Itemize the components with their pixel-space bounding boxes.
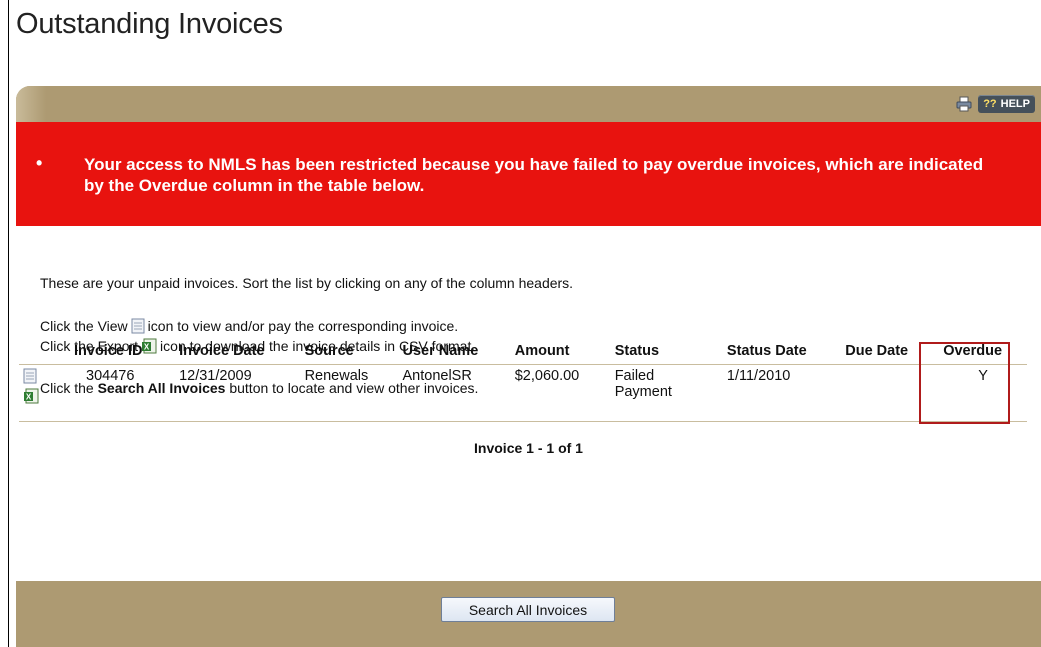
alert-message: Your access to NMLS has been restricted … — [84, 155, 984, 195]
cell-status-date: 1/11/2010 — [722, 364, 842, 422]
search-all-invoices-button[interactable]: Search All Invoices — [441, 597, 615, 622]
header-invoice-date[interactable]: Invoice Date — [175, 338, 301, 365]
row-actions: X — [19, 364, 70, 422]
cell-source: Renewals — [300, 364, 399, 422]
table-header-row: Invoice ID Invoice Date Source User Name… — [19, 338, 1027, 365]
svg-text:X: X — [26, 393, 32, 402]
table-row: X 304476 12/31/2009 Renewals AntonelSR $… — [19, 364, 1027, 422]
view-invoice-icon — [131, 318, 145, 337]
header-tools: ?? HELP — [956, 95, 1035, 113]
status-line-2: Payment — [614, 384, 672, 400]
header-source[interactable]: Source — [300, 338, 399, 365]
status-line-1: Failed — [614, 368, 655, 384]
help-icon: ?? — [983, 98, 997, 110]
pagination-text: Invoice 1 - 1 of 1 — [474, 440, 583, 456]
header-actions — [19, 338, 70, 365]
panel-footer-bar: Search All Invoices — [16, 581, 1041, 647]
header-user-name[interactable]: User Name — [398, 338, 511, 365]
header-amount[interactable]: Amount — [510, 338, 611, 365]
help-button[interactable]: ?? HELP — [978, 95, 1035, 113]
print-icon[interactable] — [956, 96, 972, 112]
access-restricted-alert: • Your access to NMLS has been restricte… — [16, 122, 1041, 226]
help-label: HELP — [1000, 98, 1030, 110]
cell-user-name: AntonelSR — [398, 364, 511, 422]
row-view-icon[interactable] — [23, 368, 39, 386]
left-frame-line — [8, 0, 9, 647]
cell-invoice-date: 12/31/2009 — [175, 364, 301, 422]
overdue-column-highlight — [919, 342, 1010, 424]
panel-header-bar: ?? HELP — [16, 86, 1041, 122]
view-suffix: icon to view and/or pay the correspondin… — [147, 318, 459, 334]
header-status[interactable]: Status — [610, 338, 723, 365]
alert-bullet: • — [36, 153, 43, 173]
header-status-date[interactable]: Status Date — [722, 338, 842, 365]
intro-view-line: Click the View icon to view and/or pay th… — [40, 318, 458, 337]
cell-amount: $2,060.00 — [510, 364, 611, 422]
page-title: Outstanding Invoices — [16, 8, 283, 40]
intro-sort-text: These are your unpaid invoices. Sort the… — [40, 275, 574, 291]
header-bar-corner — [16, 86, 46, 122]
cell-status: Failed Payment — [610, 364, 723, 422]
view-prefix: Click the View — [40, 318, 128, 334]
invoices-table: Invoice ID Invoice Date Source User Name… — [19, 338, 1027, 422]
header-invoice-id[interactable]: Invoice ID — [70, 338, 176, 365]
cell-invoice-id: 304476 — [70, 364, 176, 422]
row-export-icon[interactable]: X — [23, 388, 39, 406]
